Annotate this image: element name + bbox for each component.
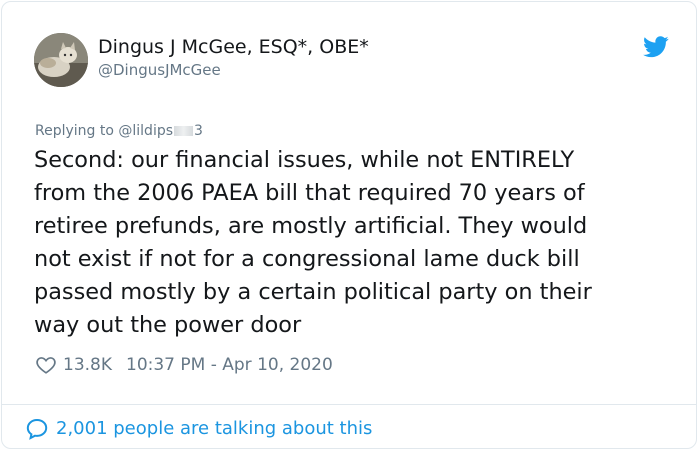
heart-icon[interactable] bbox=[35, 354, 57, 376]
tweet-text: Second: our financial issues, while not … bbox=[34, 144, 674, 342]
reply-handle-end[interactable]: 3 bbox=[194, 123, 203, 139]
speech-bubble-icon bbox=[26, 418, 48, 440]
tweet-line: not exist if not for a congressional lam… bbox=[34, 246, 580, 272]
twitter-bird-icon[interactable] bbox=[643, 36, 669, 58]
author-handle[interactable]: @DingusJMcGee bbox=[98, 60, 221, 80]
tweet-meta: 13.8K 10:37 PM - Apr 10, 2020 bbox=[35, 353, 333, 377]
tweet-line: Second: our financial issues, while not … bbox=[34, 147, 575, 173]
avatar[interactable] bbox=[34, 33, 88, 87]
tweet-line: way out the power door bbox=[34, 312, 302, 338]
replying-to: Replying to @lildips 3 bbox=[35, 121, 203, 141]
like-count[interactable]: 13.8K bbox=[63, 353, 112, 377]
tweet-card: Dingus J McGee, ESQ*, OBE* @DingusJMcGee… bbox=[1, 1, 697, 449]
reply-handle-start[interactable]: @lildips bbox=[118, 123, 173, 139]
tweet-line: passed mostly by a certain political par… bbox=[34, 279, 592, 305]
tweet-line: retiree prefunds, are mostly artificial.… bbox=[34, 213, 588, 239]
timestamp[interactable]: 10:37 PM - Apr 10, 2020 bbox=[126, 353, 333, 377]
talking-text[interactable]: 2,001 people are talking about this bbox=[56, 416, 372, 442]
tweet-line: from the 2006 PAEA bill that required 70… bbox=[34, 180, 585, 206]
avatar-image bbox=[34, 33, 88, 87]
redacted-text bbox=[174, 126, 194, 136]
divider bbox=[2, 404, 696, 405]
talking-link[interactable]: 2,001 people are talking about this bbox=[25, 416, 372, 442]
author-name[interactable]: Dingus J McGee, ESQ*, OBE* bbox=[98, 35, 369, 59]
replying-prefix: Replying to bbox=[35, 123, 119, 139]
